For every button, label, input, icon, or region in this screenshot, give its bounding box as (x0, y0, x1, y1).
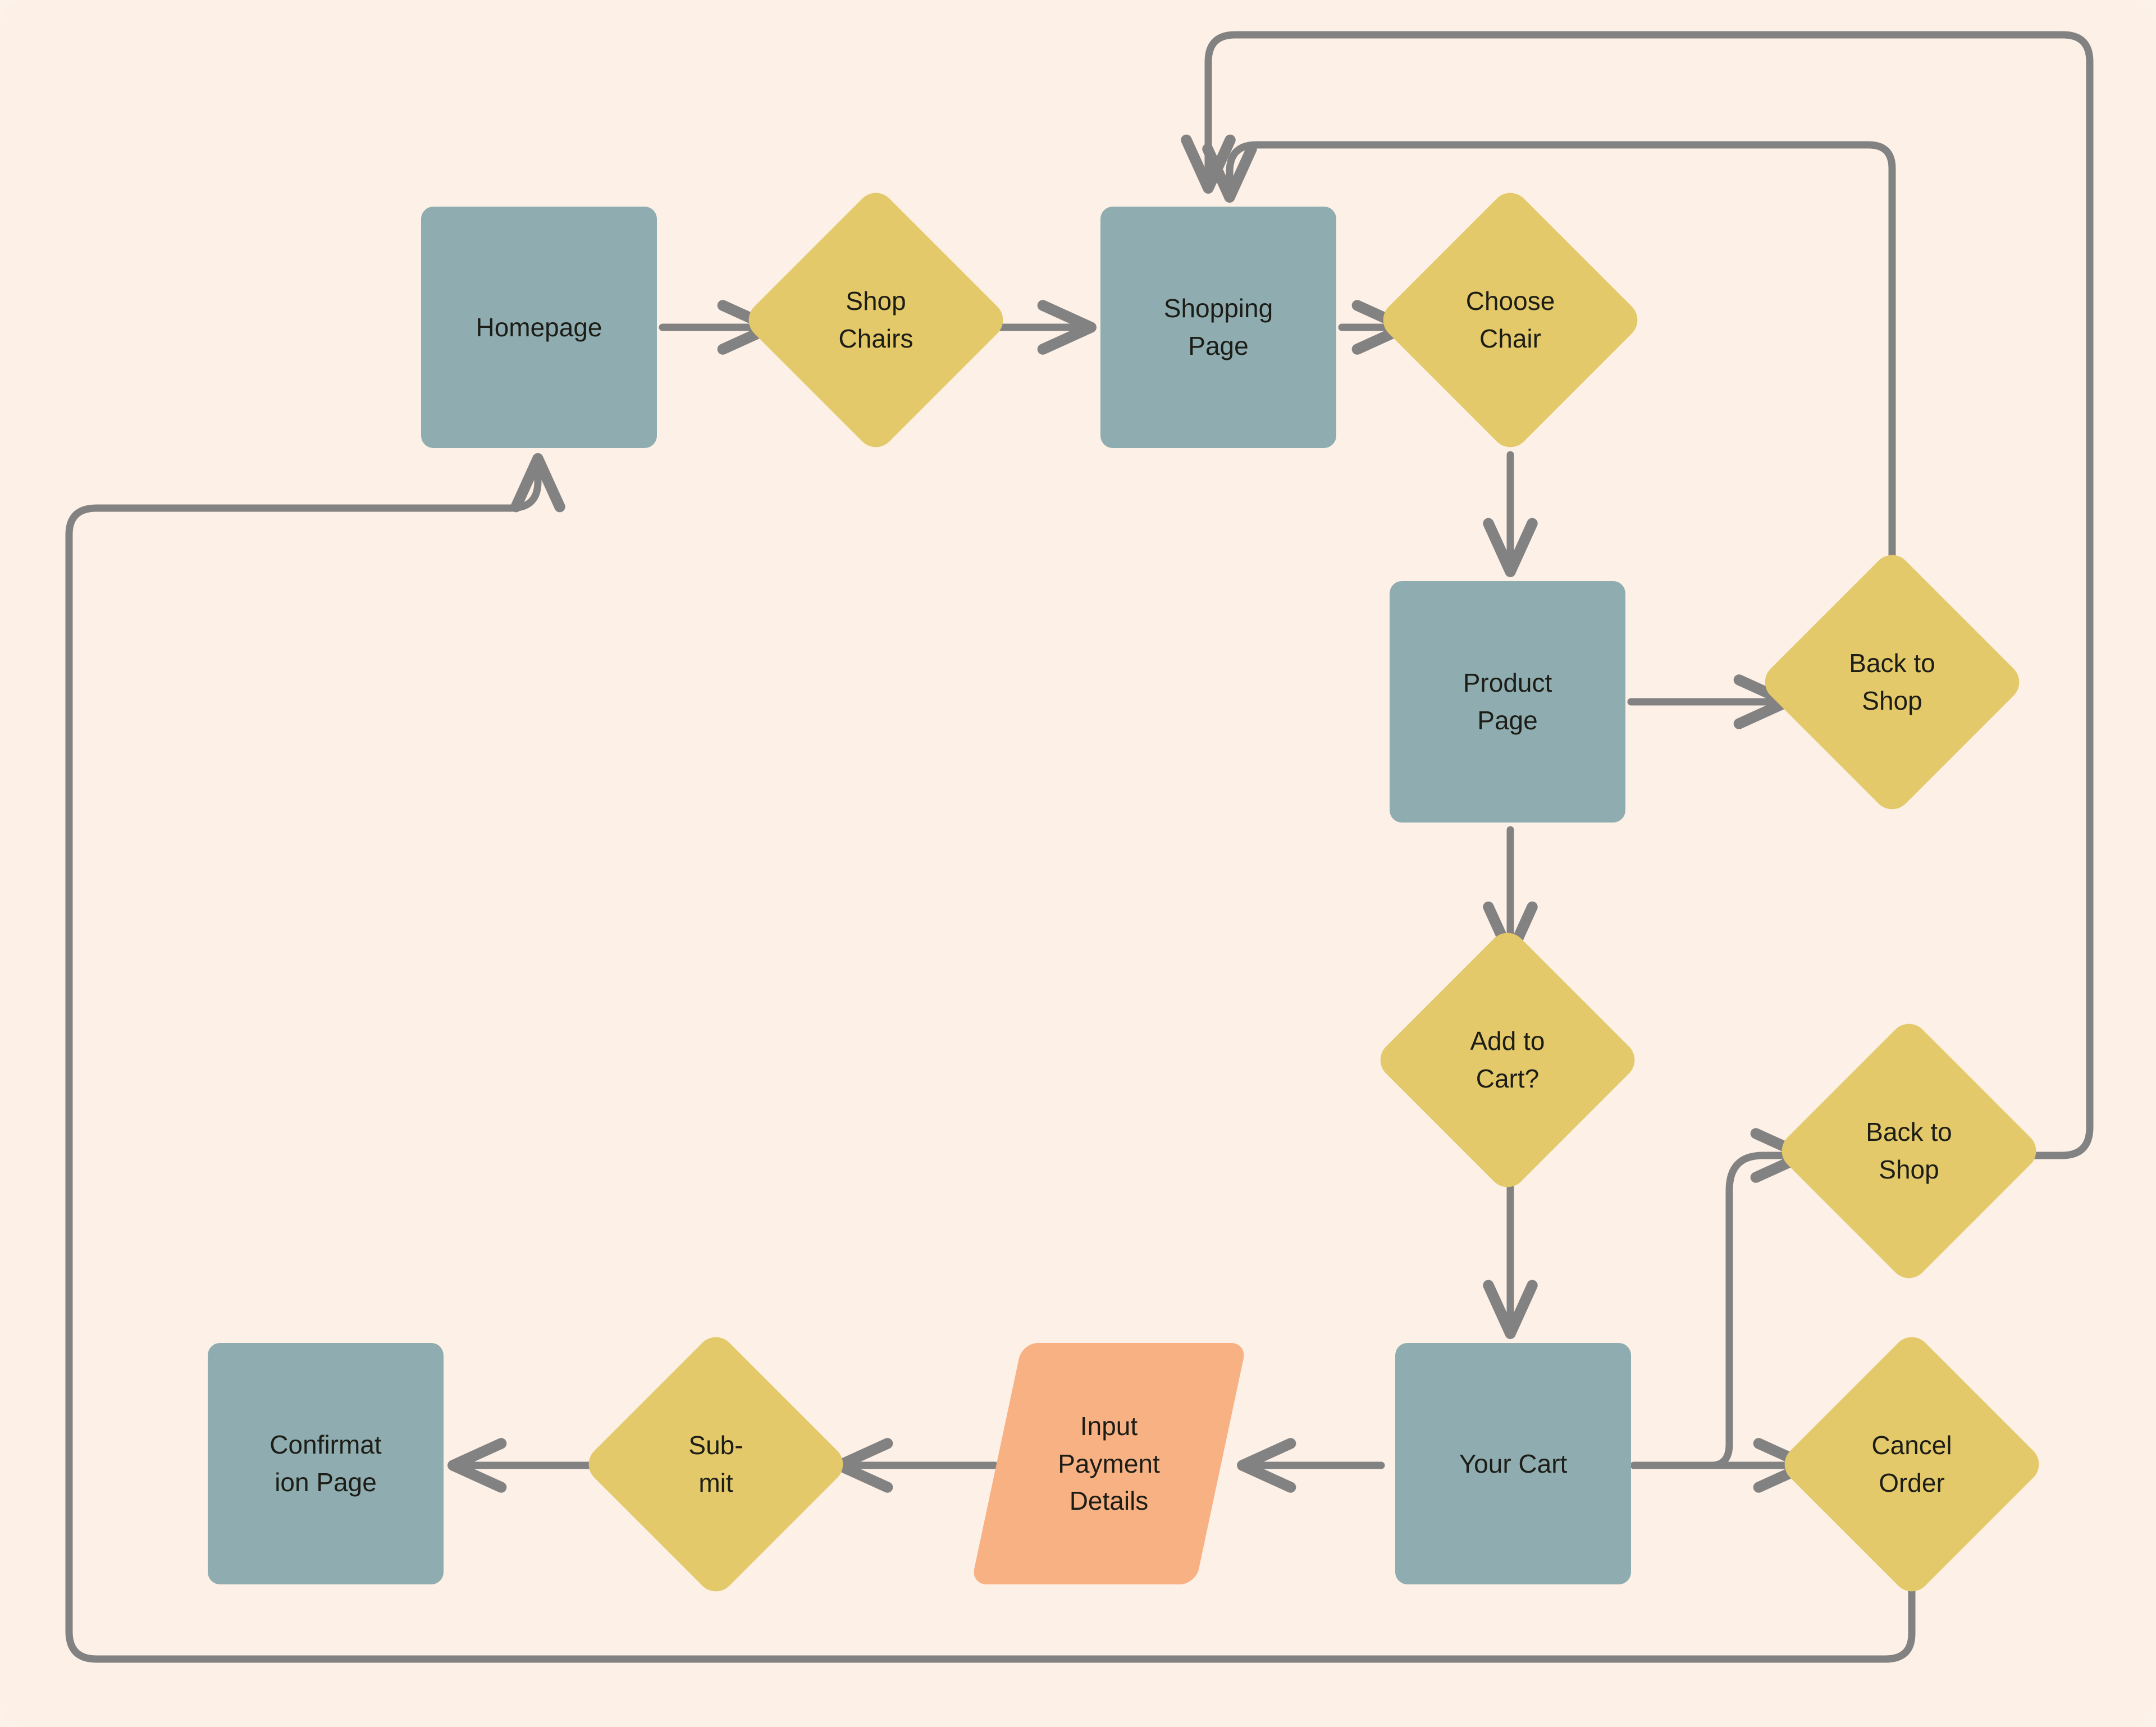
flowchart-canvas: Homepage Shop Chairs Shopping Page Choos… (0, 0, 2156, 1727)
node-product-page[interactable]: Product Page (1390, 581, 1625, 823)
diamond-shape (741, 185, 1011, 455)
node-cancel-order[interactable]: Cancel Order (1776, 1329, 2047, 1600)
node-shopping-page-label: Shopping Page (1163, 294, 1273, 360)
node-shop-chairs[interactable]: Shop Chairs (741, 185, 1011, 455)
node-input-payment-details[interactable]: Input Payment Details (971, 1343, 1247, 1584)
diamond-shape (1774, 1016, 2044, 1286)
node-back-to-shop-1[interactable]: Back to Shop (1757, 547, 2027, 817)
diamond-shape (581, 1329, 851, 1600)
diamond-shape (1372, 925, 1643, 1195)
node-confirmation-page-label: Confirmat ion Page (270, 1430, 382, 1497)
diamond-shape (1757, 547, 2027, 817)
diamond-shape (1375, 185, 1646, 455)
node-add-to-cart[interactable]: Add to Cart? (1372, 925, 1643, 1195)
node-choose-chair[interactable]: Choose Chair (1375, 185, 1646, 455)
edge-your-cart-to-back-to-shop-2 (1630, 1128, 1810, 1469)
node-product-page-label: Product Page (1463, 668, 1552, 735)
node-shopping-page[interactable]: Shopping Page (1100, 207, 1336, 448)
node-back-to-shop-2[interactable]: Back to Shop (1774, 1016, 2044, 1286)
node-confirmation-page[interactable]: Confirmat ion Page (208, 1343, 444, 1584)
node-your-cart[interactable]: Your Cart (1395, 1343, 1631, 1584)
node-homepage[interactable]: Homepage (421, 207, 657, 448)
diamond-shape (1776, 1329, 2047, 1600)
parallelogram-shape (971, 1343, 1247, 1584)
node-your-cart-label: Your Cart (1459, 1449, 1568, 1478)
node-homepage-label: Homepage (476, 312, 602, 342)
node-submit[interactable]: Sub- mit (581, 1329, 851, 1600)
